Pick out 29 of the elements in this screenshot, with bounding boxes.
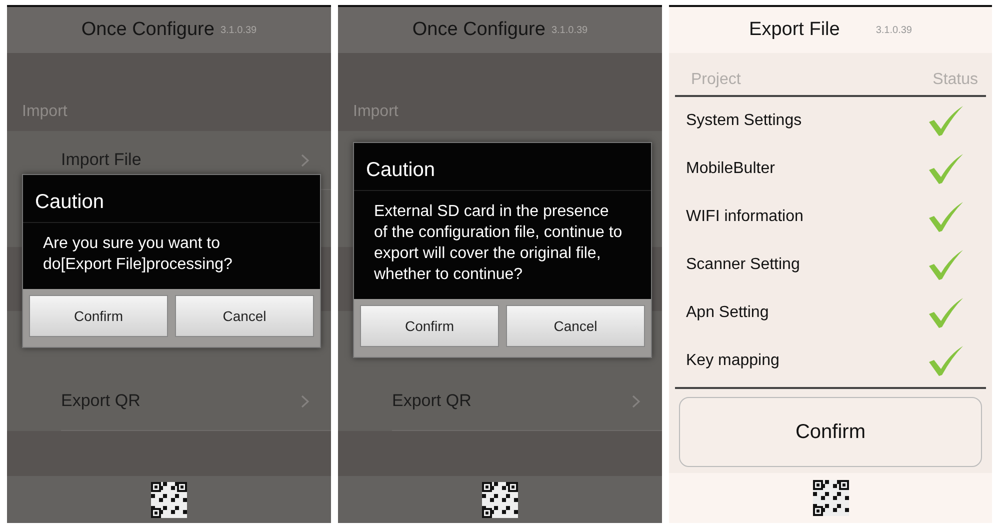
dialog-message: External SD card in the presence of the configuration file, continue to export will cover the original file, whether to continue? — [354, 191, 651, 299]
screen-title: Once Configure — [81, 19, 214, 41]
version-label: 3.1.0.39 — [551, 24, 588, 36]
project-name: MobileBulter — [686, 160, 775, 178]
cancel-button[interactable]: Cancel — [506, 305, 645, 347]
cancel-button[interactable]: Cancel — [175, 295, 314, 337]
qr-code-icon — [151, 482, 187, 518]
screen-title: Once Configure — [412, 19, 546, 41]
qr-code-icon — [812, 480, 848, 516]
qr-code-icon — [482, 482, 518, 518]
chevron-right-icon — [632, 394, 640, 408]
project-name: Scanner Setting — [686, 256, 800, 274]
dialog-title: Caution — [354, 143, 651, 191]
version-label: 3.1.0.39 — [220, 24, 257, 36]
screen-title: Export File — [749, 19, 840, 41]
project-name: WIFI information — [686, 208, 804, 226]
column-header: Status — [932, 71, 978, 89]
project-name: System Settings — [686, 112, 802, 130]
chevron-right-icon — [301, 154, 309, 166]
confirm-button[interactable]: Confirm — [360, 305, 499, 347]
confirm-button[interactable]: Confirm — [29, 295, 168, 337]
project-name: Key mapping — [686, 352, 780, 370]
version-label: 3.1.0.39 — [876, 24, 912, 36]
project-name: Apn Setting — [686, 304, 769, 322]
column-header: Project — [691, 71, 741, 89]
confirm-button[interactable]: Confirm — [679, 397, 982, 467]
dialog-message: Are you sure you want to do[Export File]processing? — [23, 223, 320, 289]
dialog-title: Caution — [23, 175, 320, 223]
chevron-right-icon — [301, 394, 309, 408]
